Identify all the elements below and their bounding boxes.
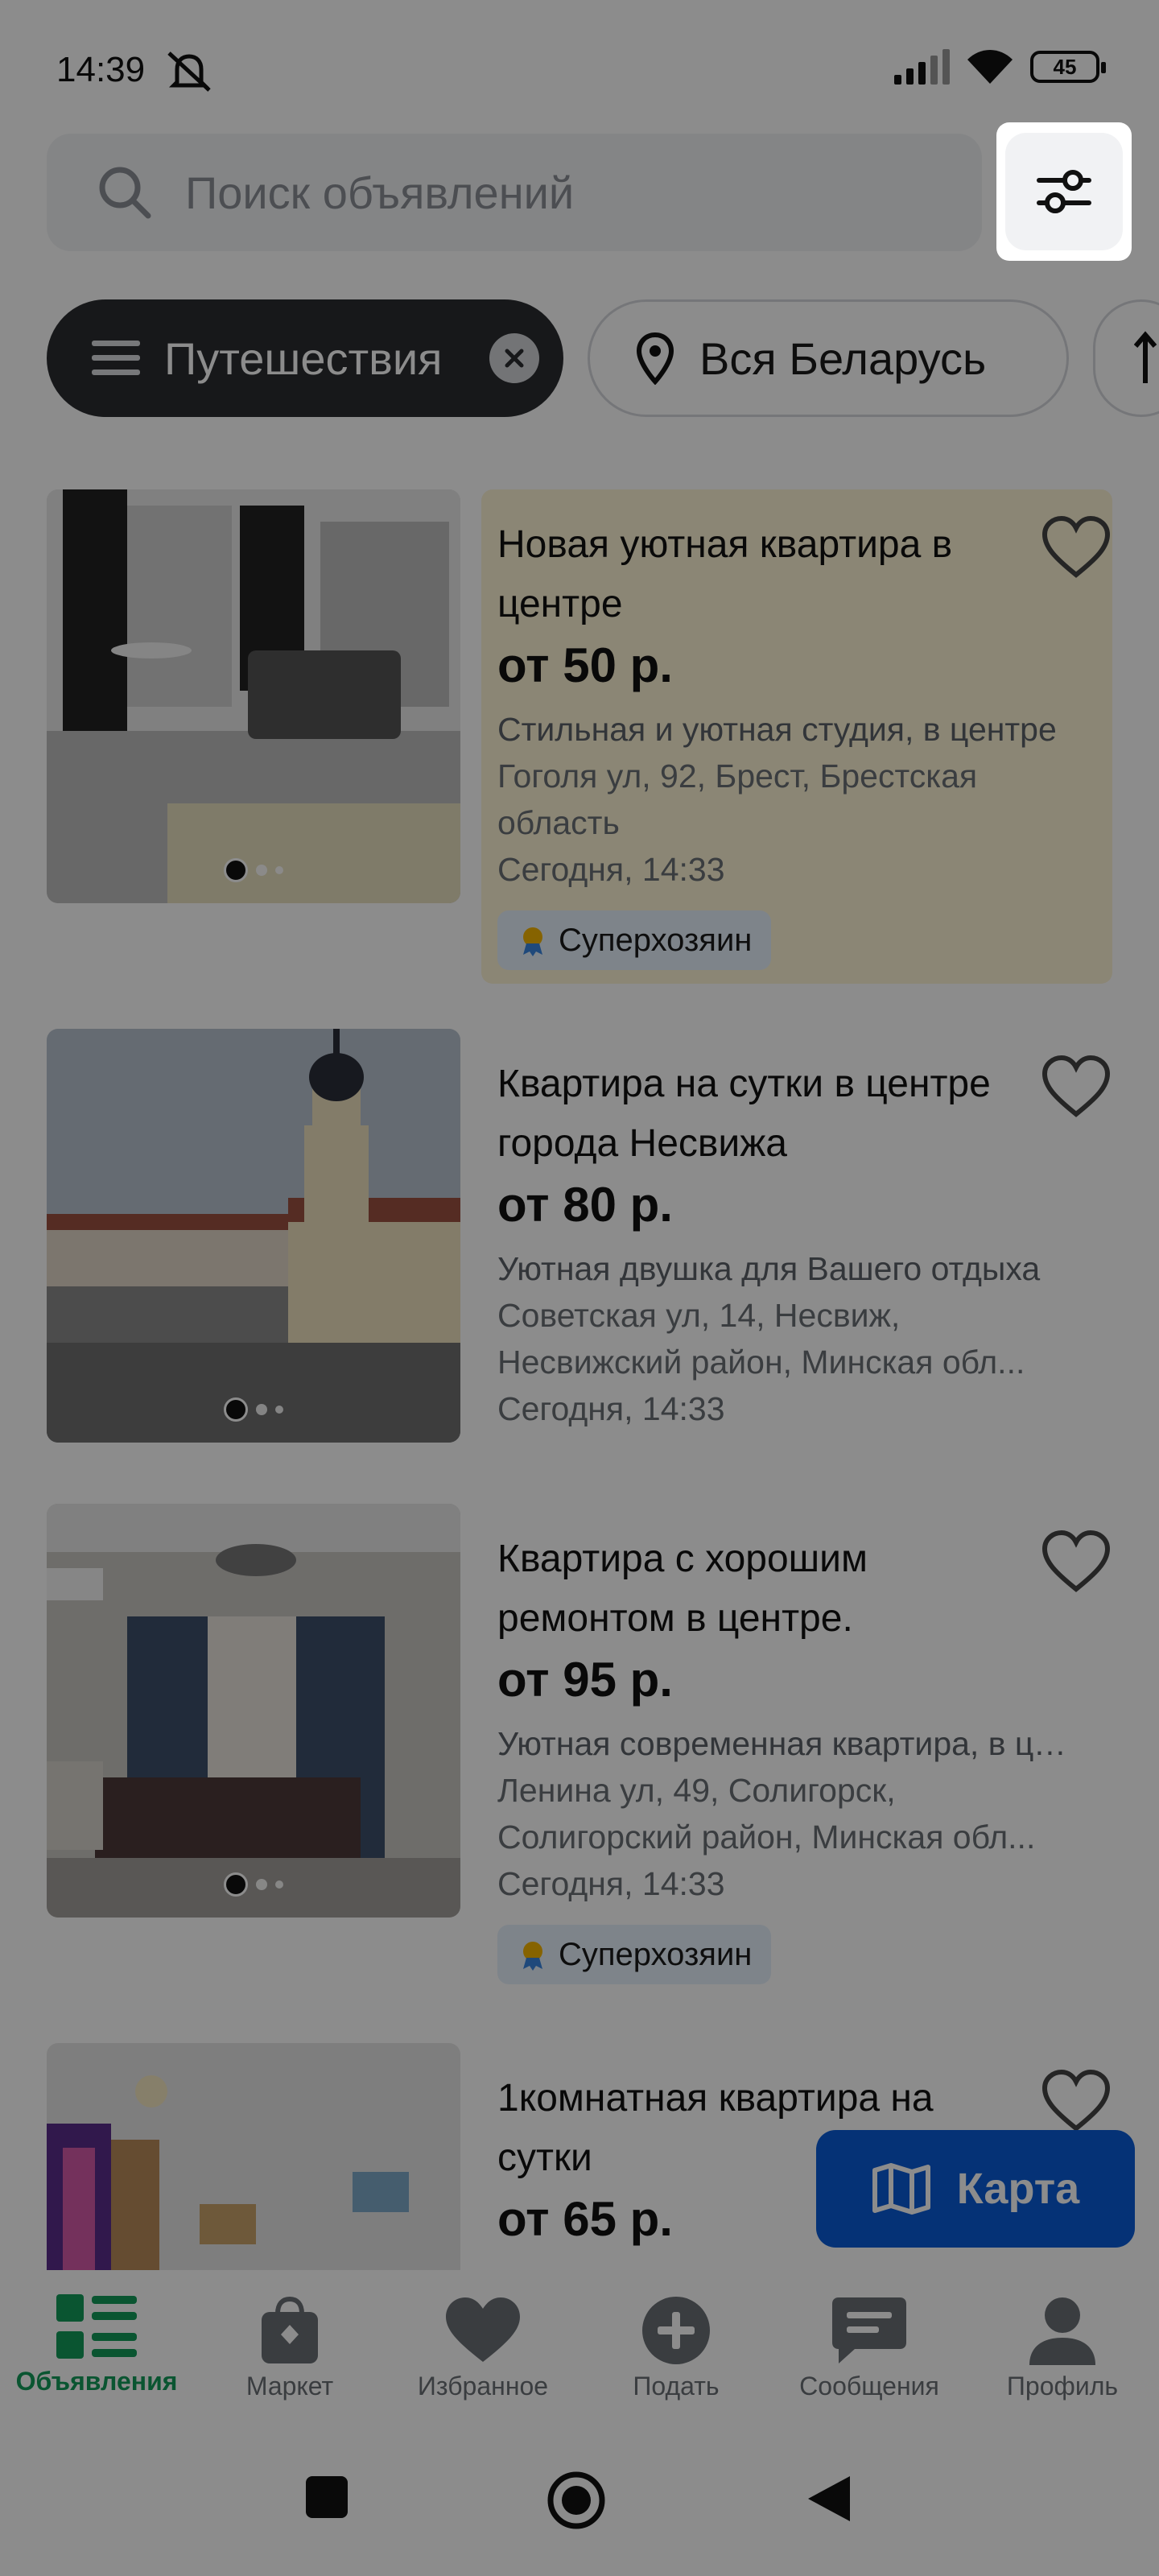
listing-photo[interactable] (47, 2043, 460, 2270)
status-bar: 14:39 45 (0, 0, 1159, 145)
listing-date: Сегодня, 14:33 (497, 1390, 725, 1427)
nav-label: Избранное (417, 2372, 549, 2401)
nav-item-messages[interactable]: Сообщения (773, 2270, 966, 2418)
superhost-badge: Суперхозяин (497, 1925, 772, 1984)
listing-description: Уютная двушка для Вашего отдыха (497, 1250, 1041, 1287)
nav-item-market[interactable]: Маркет (193, 2270, 386, 2418)
sort-arrow-icon (1134, 331, 1157, 383)
listing-title: Квартира на сутки в центре города Несвиж… (497, 1063, 991, 1165)
location-chip[interactable]: Вся Беларусь (588, 299, 1069, 417)
listing-date: Сегодня, 14:33 (497, 851, 725, 888)
back-icon[interactable] (805, 2473, 853, 2524)
listing-description: 1-комнатная квартира ЭКОНОМ (497, 2260, 1082, 2270)
listing-info: Новая уютная квартира в центре от 50 р. … (481, 489, 1112, 984)
listing-photo[interactable] (47, 1029, 460, 1443)
filter-chips: Путешествия Вся Беларусь (47, 299, 1159, 417)
listing-info: Квартира с хорошим ремонтом в центре. от… (481, 1504, 1112, 1984)
home-icon[interactable] (546, 2470, 607, 2531)
wifi-icon (967, 50, 1013, 84)
superhost-badge: Суперхозяин (497, 910, 772, 970)
search-input[interactable] (185, 166, 909, 219)
listing-title: Квартира с хорошим ремонтом в центре. (497, 1538, 868, 1640)
menu-lines-icon (92, 341, 140, 375)
plus-circle-icon (642, 2297, 710, 2364)
listing-card[interactable]: Квартира на сутки в центре города Несвиж… (47, 1029, 1112, 1443)
nav-item-listings[interactable]: Объявления (0, 2270, 193, 2418)
listing-address: Гоголя ул, 92, Брест, Брестская область (497, 758, 978, 841)
heart-icon (446, 2297, 520, 2362)
listing-description: Стильная и уютная студия, в центре (497, 711, 1057, 748)
listing-description: Уютная современная квартира, в центре (497, 1725, 1082, 1762)
map-button-label: Карта (956, 2165, 1080, 2213)
category-chip-label: Путешествия (164, 332, 443, 384)
status-time: 14:39 (56, 50, 146, 89)
nav-item-favorites[interactable]: Избранное (386, 2270, 580, 2418)
nav-item-profile[interactable]: Профиль (966, 2270, 1159, 2418)
favorite-heart-icon[interactable] (1040, 2067, 1112, 2135)
listing-price: от 50 р. (497, 638, 673, 692)
map-icon (872, 2163, 930, 2215)
recent-apps-icon[interactable] (304, 2475, 349, 2520)
map-button[interactable]: Карта (816, 2130, 1135, 2248)
search-bar[interactable] (47, 134, 982, 251)
medal-icon (523, 927, 542, 956)
nav-label: Объявления (15, 2367, 178, 2396)
sliders-icon (1037, 170, 1091, 213)
sort-chip[interactable] (1093, 299, 1159, 417)
filter-button[interactable] (996, 122, 1132, 261)
listing-photo[interactable] (47, 1504, 460, 1918)
listing-info: Квартира на сутки в центре города Несвиж… (481, 1029, 1112, 1432)
listing-price: от 95 р. (497, 1653, 673, 1707)
listing-date: Сегодня, 14:33 (497, 1865, 725, 1902)
favorite-heart-icon[interactable] (1040, 514, 1112, 581)
nav-label: Маркет (245, 2372, 334, 2401)
listing-price: от 80 р. (497, 1178, 673, 1232)
nav-item-post[interactable]: Подать (580, 2270, 773, 2418)
battery-icon: 45 (1030, 51, 1106, 83)
status-icons: 45 (894, 48, 1106, 85)
message-icon (832, 2297, 906, 2363)
listing-address: Советская ул, 14, Несвиж, Несвижский рай… (497, 1297, 1025, 1381)
signal-icon (894, 49, 950, 85)
nav-label: Сообщения (799, 2372, 939, 2401)
search-icon (99, 167, 151, 219)
category-chip[interactable]: Путешествия (47, 299, 563, 417)
listing-card[interactable]: Квартира с хорошим ремонтом в центре. от… (47, 1504, 1112, 1998)
location-pin-icon (636, 332, 674, 385)
listings-icon (56, 2294, 137, 2359)
favorite-heart-icon[interactable] (1040, 1528, 1112, 1596)
listing-photo[interactable] (47, 489, 460, 903)
market-bag-icon (262, 2296, 318, 2363)
listing-card[interactable]: Новая уютная квартира в центре от 50 р. … (47, 489, 1112, 984)
nav-label: Подать (633, 2372, 720, 2401)
clear-category-icon[interactable] (489, 333, 539, 383)
favorite-heart-icon[interactable] (1040, 1053, 1112, 1121)
superhost-badge-label: Суперхозяин (559, 1936, 753, 1972)
superhost-badge-label: Суперхозяин (559, 922, 753, 958)
nav-label: Профиль (1006, 2372, 1119, 2401)
listing-title: Новая уютная квартира в центре (497, 523, 953, 625)
medal-icon (523, 1942, 542, 1971)
bottom-navigation: Объявления Маркет Избранное Подать Сообщ… (0, 2270, 1159, 2418)
listing-address: Ленина ул, 49, Солигорск, Солигорский ра… (497, 1772, 1036, 1856)
location-chip-label: Вся Беларусь (699, 332, 987, 384)
mute-bell-icon (167, 52, 211, 92)
battery-level: 45 (1053, 54, 1077, 79)
profile-icon (1029, 2297, 1095, 2365)
system-navigation-bar (0, 2418, 1159, 2576)
